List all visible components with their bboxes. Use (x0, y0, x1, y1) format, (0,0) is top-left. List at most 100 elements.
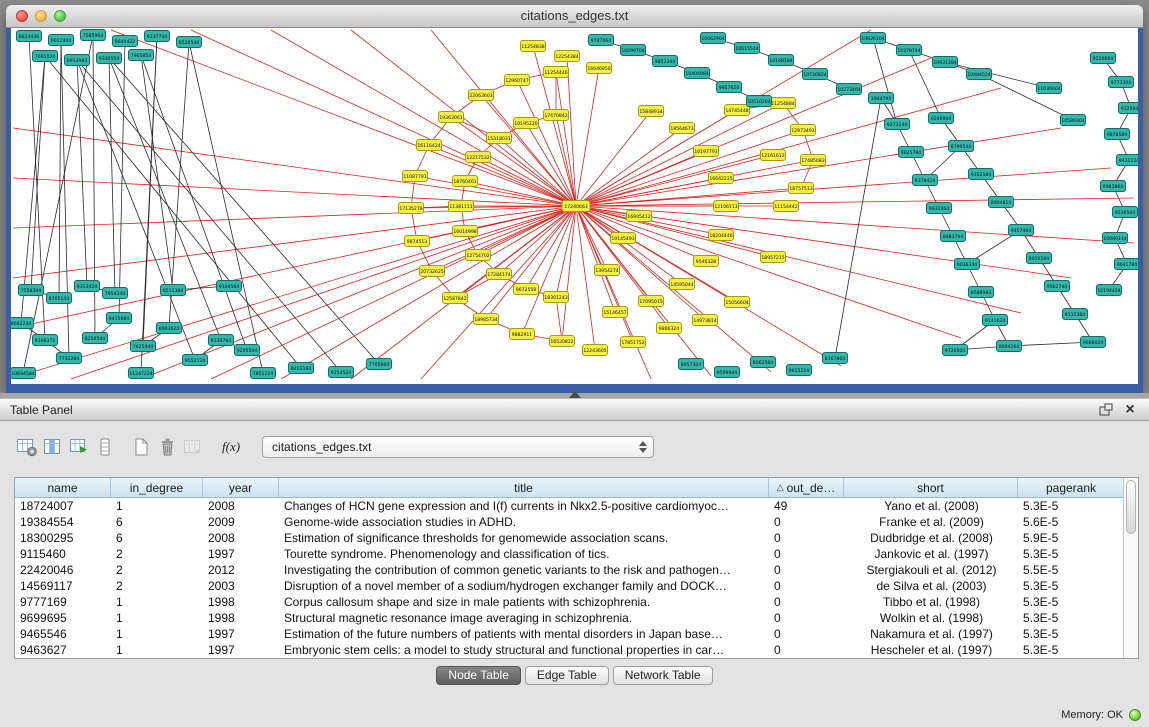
graph-edge[interactable] (576, 103, 783, 206)
graph-node[interactable]: 13954274 (595, 265, 620, 276)
graph-node[interactable]: 16116424 (417, 140, 442, 151)
graph-node[interactable]: 12243605 (583, 345, 608, 356)
graph-node[interactable]: 8602234 (11, 318, 34, 329)
column-header-out_de[interactable]: △out_de… (769, 478, 844, 497)
graph-node[interactable]: 9983864 (1101, 181, 1126, 192)
graph-node[interactable]: 8705144 (47, 293, 72, 304)
graph-node[interactable]: 8520544 (177, 37, 202, 48)
tab-edge-table[interactable]: Edge Table (525, 666, 609, 685)
graph-node[interactable]: 9012404 (49, 35, 74, 46)
graph-node[interactable]: 18757513 (789, 183, 814, 194)
graph-node[interactable]: 9641784 (1115, 259, 1139, 270)
graph-node[interactable]: 8824436 (17, 31, 42, 42)
graph-node[interactable]: 9931064 (927, 203, 952, 214)
graph-node[interactable]: 16642225 (709, 173, 734, 184)
graph-node[interactable]: 8511384 (161, 285, 186, 296)
graph-edge[interactable] (111, 30, 576, 206)
graph-node[interactable]: 12254384 (555, 51, 580, 62)
table-row[interactable]: 1456911722003Disruption of a novel membe… (15, 578, 1138, 594)
graph-node[interactable]: 20732625 (420, 266, 445, 277)
graph-node[interactable]: 9108372 (33, 335, 58, 346)
delete-table-icon[interactable] (154, 435, 180, 459)
graph-node[interactable]: 15146457 (603, 307, 628, 318)
edit-table-icon[interactable] (66, 435, 92, 459)
graph-edge[interactable] (556, 297, 562, 341)
graph-node[interactable]: 12217532 (466, 152, 491, 163)
graph-edge[interactable] (141, 55, 247, 350)
graph-edge[interactable] (13, 178, 576, 206)
graph-node[interactable]: 7585964 (81, 30, 106, 41)
graph-node[interactable]: 11087791 (403, 171, 428, 182)
graph-node[interactable]: 9254524 (329, 367, 354, 378)
graph-edge[interactable] (835, 98, 881, 358)
graph-node[interactable]: 15848934 (639, 106, 664, 117)
graph-node[interactable]: 9536504 (1113, 207, 1138, 218)
graph-node[interactable]: 18301243 (544, 292, 569, 303)
graph-node[interactable]: 9874513 (405, 236, 430, 247)
graph-node[interactable]: 9957624 (717, 82, 742, 93)
table-mode-icon[interactable] (14, 435, 40, 459)
graph-edge[interactable] (576, 151, 706, 206)
graph-edge[interactable] (576, 128, 682, 206)
graph-node[interactable]: 9747064 (589, 35, 614, 46)
graph-node[interactable]: 17485083 (801, 155, 826, 166)
graph-node[interactable]: 17470842 (544, 110, 569, 121)
graph-node[interactable]: 9352184 (969, 169, 994, 180)
graph-edge[interactable] (576, 206, 737, 302)
graph-edge[interactable] (499, 138, 576, 206)
graph-node[interactable]: 17135278 (399, 203, 424, 214)
graph-node[interactable]: 10826104 (861, 33, 886, 44)
graph-node[interactable]: 8903624 (157, 323, 182, 334)
graph-edge[interactable] (141, 55, 173, 290)
graph-edge[interactable] (189, 42, 263, 373)
graph-node[interactable]: 11247224 (129, 368, 154, 379)
graph-node[interactable]: 11381111 (449, 201, 474, 212)
graph-node[interactable]: 9878584 (1105, 129, 1130, 140)
row-height-icon[interactable] (92, 435, 118, 459)
graph-edge[interactable] (576, 206, 961, 338)
graph-node[interactable]: 12106113 (714, 201, 739, 212)
graph-edge[interactable] (61, 40, 69, 358)
graph-node[interactable]: 10378744 (897, 45, 922, 56)
new-table-icon[interactable] (128, 435, 154, 459)
graph-edge[interactable] (576, 206, 1134, 243)
graph-node[interactable]: 8167864 (823, 353, 848, 364)
column-header-in_degree[interactable]: in_degree (111, 478, 203, 497)
graph-node[interactable]: 8130764 (209, 335, 234, 346)
graph-node[interactable]: 9615224 (787, 365, 812, 376)
graph-edge[interactable] (141, 206, 576, 379)
graph-edge[interactable] (415, 176, 576, 206)
column-header-title[interactable]: title (279, 478, 769, 497)
graph-node[interactable]: 7558304 (19, 285, 44, 296)
graph-edge[interactable] (141, 36, 157, 373)
graph-edge[interactable] (13, 206, 576, 378)
graph-node[interactable]: 10299704 (621, 45, 646, 56)
graph-edge[interactable] (31, 56, 45, 290)
graph-edge[interactable] (576, 110, 737, 206)
graph-edge[interactable] (567, 56, 576, 206)
function-builder-button[interactable]: f(x) (216, 439, 246, 455)
table-row[interactable]: 946362711997Embryonic stem cells: a mode… (15, 642, 1138, 658)
graph-node[interactable]: 10168184 (769, 55, 794, 66)
graph-node[interactable]: 8913984 (65, 55, 90, 66)
graph-node[interactable]: 7732284 (57, 353, 82, 364)
column-header-year[interactable]: year (203, 478, 279, 497)
graph-node[interactable]: 8062584 (751, 357, 776, 368)
graph-edge[interactable] (576, 160, 813, 206)
graph-node[interactable]: 11254446 (544, 67, 569, 78)
close-panel-icon[interactable]: × (1121, 402, 1139, 418)
graph-node[interactable]: 9509944 (715, 367, 740, 378)
graph-node[interactable]: 17095015 (639, 296, 664, 307)
scrollbar-thumb[interactable] (1126, 480, 1136, 534)
float-panel-icon[interactable] (1097, 402, 1115, 418)
graph-node[interactable]: 8483704 (941, 231, 966, 242)
graph-node[interactable]: 16905412 (627, 211, 652, 222)
graph-node[interactable]: 11154442 (774, 201, 799, 212)
graph-node[interactable]: 9141624 (983, 315, 1008, 326)
graph-edge[interactable] (109, 58, 379, 364)
graph-node[interactable]: 22063603 (469, 90, 494, 101)
graph-node[interactable]: 10194424 (1097, 285, 1122, 296)
graph-edge[interactable] (576, 68, 599, 206)
graph-node[interactable]: 9773304 (1109, 77, 1134, 88)
graph-node[interactable]: 9852344 (653, 56, 678, 67)
